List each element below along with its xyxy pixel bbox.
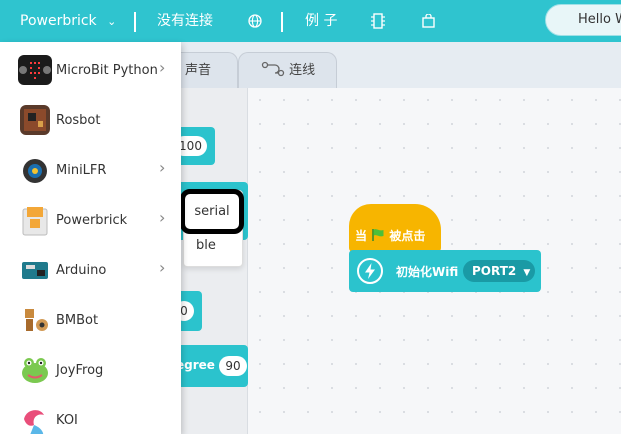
bag-icon[interactable] xyxy=(422,0,435,42)
tab-wiring[interactable]: 连线 xyxy=(238,52,337,88)
menu-item-arduino[interactable]: Arduino › xyxy=(0,246,181,296)
tab-wiring-label: 连线 xyxy=(289,63,316,78)
app-root: Powerbrick ⌄ 没有连接 例 子 Hello W 声音 连线 xyxy=(0,0,621,434)
arduino-board-icon xyxy=(20,255,50,285)
lightning-icon xyxy=(357,258,383,284)
connection-status[interactable]: 没有连接 xyxy=(157,0,213,42)
joyfrog-icon xyxy=(20,355,50,385)
device-menu: MicroBit Python › Rosbot MiniLFR › Power… xyxy=(0,42,181,434)
koi-icon xyxy=(20,405,50,434)
menu-item-joyfrog[interactable]: JoyFrog xyxy=(0,346,181,396)
hat-prefix: 当 xyxy=(355,229,368,243)
device-selector[interactable]: Powerbrick ⌄ xyxy=(20,0,116,42)
examples-link[interactable]: 例 子 xyxy=(305,0,337,42)
hat-block-text: 当 被点击 xyxy=(355,227,425,244)
menu-item-minilfr[interactable]: MiniLFR › xyxy=(0,146,181,196)
menu-item-label: Rosbot xyxy=(56,113,101,128)
chevron-right-icon: › xyxy=(159,158,166,177)
port-dropdown[interactable]: PORT2 ▼ xyxy=(463,260,535,282)
menu-item-label: Powerbrick xyxy=(56,213,128,228)
menu-item-label: BMBot xyxy=(56,313,99,328)
hello-button[interactable]: Hello W xyxy=(545,4,621,36)
chevron-right-icon: › xyxy=(159,258,166,277)
menu-item-label: MiniLFR xyxy=(56,163,107,178)
chevron-right-icon: › xyxy=(159,58,166,77)
rosbot-board-icon xyxy=(20,105,50,135)
globe-icon[interactable] xyxy=(248,0,262,42)
separator xyxy=(134,12,136,32)
dropdown-option-serial[interactable]: serial xyxy=(180,189,244,234)
menu-item-label: KOI xyxy=(56,413,78,428)
menu-item-koi[interactable]: KOI xyxy=(0,396,181,434)
powerbrick-icon xyxy=(20,205,50,236)
menu-item-microbit-python[interactable]: MicroBit Python › xyxy=(0,46,181,96)
top-bar: Powerbrick ⌄ 没有连接 例 子 Hello W xyxy=(0,0,621,42)
dropdown-option-ble[interactable]: ble xyxy=(196,238,216,253)
menu-item-label: MicroBit Python xyxy=(56,63,158,78)
caret-down-icon: ▼ xyxy=(523,268,531,278)
menu-item-label: JoyFrog xyxy=(56,363,104,378)
degree-label: egree xyxy=(176,358,215,372)
menu-item-bmbot[interactable]: BMBot xyxy=(0,296,181,346)
minilfr-robot-icon xyxy=(20,155,50,185)
hat-suffix: 被点击 xyxy=(389,229,426,243)
menu-item-powerbrick[interactable]: Powerbrick › xyxy=(0,196,181,246)
chevron-down-icon: ⌄ xyxy=(107,15,117,28)
green-flag-icon xyxy=(371,229,389,243)
angle-input[interactable]: 90 xyxy=(219,356,247,376)
wire-icon xyxy=(261,61,289,78)
chip-icon[interactable] xyxy=(371,0,385,42)
microbit-icon xyxy=(18,55,52,85)
tab-sound-label: 声音 xyxy=(185,63,212,78)
bmbot-icon xyxy=(20,305,50,335)
device-selector-label: Powerbrick xyxy=(20,13,97,29)
port-value: PORT2 xyxy=(472,264,517,278)
menu-item-label: Arduino xyxy=(56,263,107,278)
menu-item-rosbot[interactable]: Rosbot xyxy=(0,96,181,146)
separator xyxy=(281,12,283,32)
chevron-right-icon: › xyxy=(159,208,166,227)
init-wifi-label: 初始化Wifi xyxy=(396,265,459,279)
